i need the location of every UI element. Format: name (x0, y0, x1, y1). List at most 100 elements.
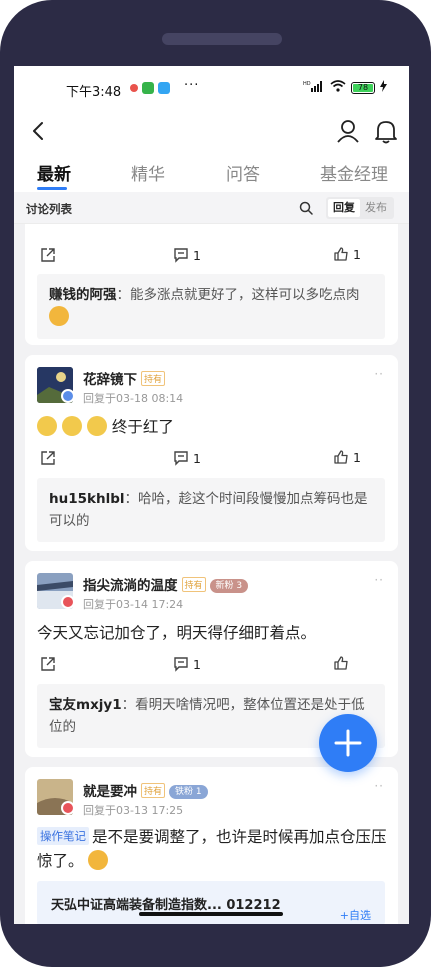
more-icon[interactable]: ·· (374, 779, 384, 793)
more-icon[interactable]: ·· (374, 367, 384, 381)
emoji-icon (49, 306, 69, 326)
topic-tag[interactable]: 操作笔记 (37, 827, 89, 845)
status-time: 下午3:48 (66, 85, 122, 100)
post-author: 就是要冲 持有 铁粉 1 (83, 780, 208, 800)
back-icon[interactable] (26, 116, 54, 146)
signal-icon: HD (303, 80, 325, 95)
new-post-button[interactable] (319, 714, 377, 772)
phone-speaker (162, 33, 282, 45)
like-button[interactable]: 1 (333, 449, 361, 465)
fan-tag: 新粉 3 (209, 579, 249, 593)
post-card[interactable]: 1 1 赚钱的阿强：能多涨点就更好了，这样可以多吃点肉 (25, 224, 398, 345)
top-nav (14, 112, 409, 152)
emoji-icon (86, 416, 107, 436)
discussion-toolbar: 讨论列表 回复 发布 (14, 192, 409, 224)
reply-user[interactable]: hu15khlbl (49, 491, 125, 507)
post-actions: 1 (37, 655, 387, 675)
reply-preview[interactable]: hu15khlbl：哈哈，趁这个时间段慢慢加点筹码也是可以的 (37, 478, 385, 542)
sort-by-reply[interactable]: 回复 (328, 199, 360, 217)
post-actions: 1 1 (37, 246, 387, 266)
holding-tag: 持有 (141, 783, 166, 798)
comment-button[interactable]: 1 (173, 450, 201, 466)
reply-user[interactable]: 赚钱的阿强 (49, 287, 117, 303)
comment-button[interactable]: 1 (173, 247, 201, 263)
share-icon[interactable] (40, 656, 56, 672)
post-content: 今天又忘记加仓了，明天得仔细盯着点。 (37, 621, 316, 645)
thumbs-up-icon (334, 450, 348, 464)
sort-toggle: 回复 发布 (326, 197, 394, 219)
share-icon[interactable] (40, 450, 56, 466)
add-watchlist-button[interactable]: +自选 (340, 907, 371, 923)
post-text: 终于红了 (111, 418, 174, 436)
phone-frame: 下午3:48 ··· HD 78 最新 精华 问答 基金经理 讨论列表 回复 发… (0, 0, 431, 967)
user-icon[interactable] (334, 116, 362, 146)
wifi-icon (330, 80, 346, 95)
status-app-icons (130, 82, 170, 94)
fan-tag: 铁粉 1 (169, 785, 208, 799)
holding-tag: 持有 (141, 371, 166, 386)
tab-fund-manager[interactable]: 基金经理 (320, 160, 388, 185)
svg-text:HD: HD (303, 81, 311, 87)
level-badge-icon (61, 801, 75, 815)
plus-icon (334, 729, 362, 757)
discussion-feed: 1 1 赚钱的阿强：能多涨点就更好了，这样可以多吃点肉 花辞镜下 持有 回复于0… (14, 224, 409, 924)
tab-bar: 最新 精华 问答 基金经理 (14, 152, 409, 192)
like-count: 1 (353, 246, 361, 262)
more-icon[interactable]: ·· (374, 573, 384, 587)
post-time: 回复于03-14 17:24 (83, 598, 184, 611)
tab-active-indicator (37, 187, 67, 190)
like-button[interactable] (333, 655, 349, 671)
fund-name: 天弘中证高端装备制造指数... 012212 (51, 898, 281, 913)
fund-card[interactable]: 天弘中证高端装备制造指数... 012212 +自选 (37, 881, 385, 924)
emoji-icon (37, 416, 57, 436)
status-bar: 下午3:48 ··· HD 78 (14, 66, 409, 112)
post-time: 回复于03-13 17:25 (83, 804, 184, 817)
author-name[interactable]: 花辞镜下 (83, 372, 137, 388)
comment-count: 1 (193, 656, 201, 672)
comment-icon (174, 657, 188, 672)
post-time: 回复于03-18 08:14 (83, 392, 184, 405)
post-content: 终于红了 (37, 415, 174, 439)
post-author: 花辞镜下 持有 (83, 368, 166, 388)
holding-tag: 持有 (181, 577, 206, 592)
home-indicator[interactable] (139, 912, 283, 916)
comment-button[interactable]: 1 (173, 656, 201, 672)
author-name[interactable]: 就是要冲 (83, 784, 137, 800)
charging-icon (380, 80, 387, 95)
thumbs-up-icon (334, 247, 348, 261)
emoji-icon (61, 416, 82, 436)
reply-user[interactable]: 宝友mxjy1 (49, 697, 122, 713)
reply-text: 能多涨点就更好了，这样可以多吃点肉 (130, 287, 360, 303)
comment-count: 1 (193, 247, 201, 263)
like-count: 1 (353, 449, 361, 465)
bell-icon[interactable] (372, 116, 400, 146)
battery-icon: 78 (351, 81, 375, 94)
post-card[interactable]: 就是要冲 持有 铁粉 1 回复于03-13 17:25 ·· 操作笔记 是不是要调整了… (25, 767, 398, 924)
share-icon[interactable] (40, 247, 56, 263)
search-icon[interactable] (296, 198, 316, 218)
comment-icon (174, 248, 188, 263)
tab-latest[interactable]: 最新 (37, 160, 71, 185)
thumbs-up-icon (334, 656, 348, 670)
wechat-icon (142, 82, 154, 94)
like-button[interactable]: 1 (333, 246, 361, 262)
emoji-icon (88, 850, 109, 870)
discussion-list-title: 讨论列表 (26, 202, 72, 216)
post-actions: 1 1 (37, 449, 387, 469)
reply-preview[interactable]: 赚钱的阿强：能多涨点就更好了，这样可以多吃点肉 (37, 274, 385, 339)
status-more-dots: ··· (184, 78, 200, 93)
tab-qa[interactable]: 问答 (226, 160, 260, 185)
tab-featured[interactable]: 精华 (131, 160, 165, 185)
post-card[interactable]: 花辞镜下 持有 回复于03-18 08:14 ·· 终于红了 1 1 hu15k… (25, 355, 398, 551)
author-name[interactable]: 指尖流淌的温度 (83, 578, 178, 594)
comment-count: 1 (193, 450, 201, 466)
notification-icon (130, 84, 138, 92)
post-text: 今天又忘记加仓了，明天得仔细盯着点。 (37, 624, 317, 642)
level-badge-icon (61, 595, 75, 609)
post-author: 指尖流淌的温度 持有 新粉 3 (83, 574, 249, 594)
app-screen: 下午3:48 ··· HD 78 最新 精华 问答 基金经理 讨论列表 回复 发… (14, 66, 409, 924)
status-right: HD 78 (303, 80, 387, 95)
post-content: 操作笔记 是不是要调整了，也许是时候再加点仓压压惊了。 (37, 825, 387, 873)
sort-by-post[interactable]: 发布 (360, 199, 392, 217)
message-icon (158, 82, 170, 94)
